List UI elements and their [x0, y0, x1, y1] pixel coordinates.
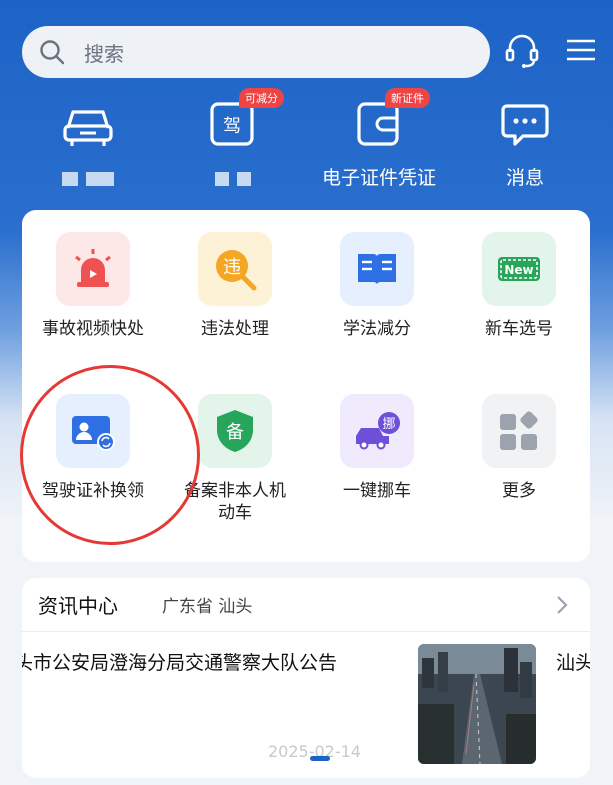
move-car-icon: 挪 — [340, 394, 414, 468]
quick-action-label: 消息 — [505, 167, 544, 189]
service-record-vehicle[interactable]: 备 备案非本人机动车 — [164, 394, 306, 524]
book-icon — [340, 232, 414, 306]
svg-text:挪: 挪 — [382, 417, 395, 432]
masked-label — [18, 172, 158, 186]
license-renew-icon — [56, 394, 130, 468]
violation-icon: 违 — [198, 232, 272, 306]
service-label: 备案非本人机动车 — [184, 481, 286, 523]
search-placeholder: 搜索 — [84, 41, 124, 66]
service-label: 违法处理 — [201, 319, 269, 339]
masked-label — [163, 172, 303, 186]
shield-record-icon: 备 — [198, 394, 272, 468]
new-plate-icon: New — [482, 232, 556, 306]
quick-action-license[interactable]: 驾 可减分 — [163, 88, 303, 186]
driving-license-icon: 驾 可减分 — [203, 88, 284, 154]
chevron-right-icon[interactable] — [550, 593, 574, 617]
service-license-renew[interactable]: 驾驶证补换领 — [22, 394, 164, 502]
service-label: 更多 — [502, 481, 536, 501]
next-headline[interactable]: 汕头 — [556, 648, 590, 675]
customer-service-icon[interactable] — [502, 30, 542, 70]
more-grid-icon — [482, 394, 556, 468]
svg-text:驾: 驾 — [223, 116, 241, 137]
message-icon — [495, 94, 555, 154]
quick-action-e-certificate[interactable]: 新证件 电子证件凭证 — [309, 88, 449, 192]
service-move-car[interactable]: 挪 一键挪车 — [306, 394, 448, 502]
service-new-plate[interactable]: New 新车选号 — [448, 232, 590, 340]
news-title: 资讯中心 — [38, 594, 118, 618]
service-label: 一键挪车 — [343, 481, 411, 501]
search-bar[interactable]: 搜索 — [22, 26, 490, 78]
news-location[interactable]: 广东省 汕头 — [162, 592, 252, 617]
quick-action-label: 电子证件凭证 — [321, 167, 436, 189]
news-section: 资讯中心 广东省 汕头 头市公安局澄海分局交通警察大队公告 汕头 2025-02… — [22, 578, 590, 778]
news-thumbnail[interactable] — [418, 644, 536, 764]
reduce-points-badge: 可减分 — [239, 88, 284, 108]
new-certificate-badge: 新证件 — [385, 88, 430, 108]
svg-text:New: New — [504, 263, 533, 277]
e-certificate-icon: 新证件 — [349, 88, 430, 154]
alarm-light-icon — [56, 232, 130, 306]
menu-icon[interactable] — [561, 30, 601, 70]
service-label: 驾驶证补换领 — [42, 481, 144, 501]
service-more[interactable]: 更多 — [448, 394, 590, 502]
search-icon — [38, 38, 66, 66]
carousel-indicator — [310, 756, 330, 761]
svg-text:备: 备 — [226, 422, 244, 443]
quick-action-car[interactable] — [18, 94, 158, 186]
svg-text:违: 违 — [223, 257, 241, 278]
news-headline[interactable]: 头市公安局澄海分局交通警察大队公告 — [22, 648, 337, 675]
service-label: 新车选号 — [485, 319, 553, 339]
services-card: 事故视频快处 违 违法处理 学法减分 New 新车选号 驾驶证补换领 备 备案非… — [22, 210, 590, 562]
car-icon — [58, 94, 118, 154]
service-accident-video[interactable]: 事故视频快处 — [22, 232, 164, 340]
service-label: 学法减分 — [343, 319, 411, 339]
quick-actions: 驾 可减分 新证件 电子证件凭证 消息 — [0, 88, 613, 200]
service-study-law[interactable]: 学法减分 — [306, 232, 448, 340]
news-carousel[interactable]: 头市公安局澄海分局交通警察大队公告 汕头 2025-02-14 — [22, 632, 590, 778]
news-header[interactable]: 资讯中心 广东省 汕头 — [22, 578, 590, 632]
service-violation[interactable]: 违 违法处理 — [164, 232, 306, 340]
service-label: 事故视频快处 — [42, 319, 144, 339]
quick-action-message[interactable]: 消息 — [455, 94, 595, 192]
